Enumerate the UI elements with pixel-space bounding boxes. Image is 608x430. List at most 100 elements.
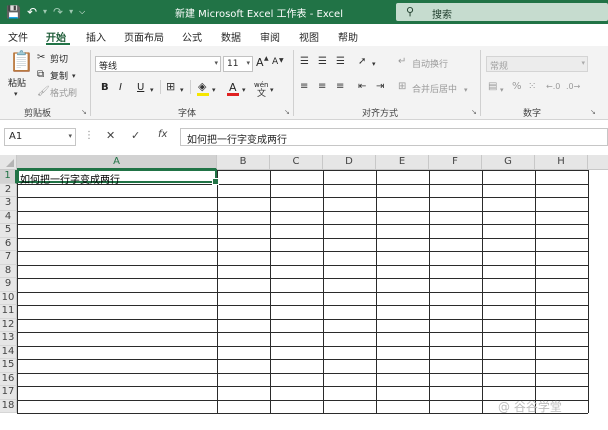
column-header-b[interactable]: B (217, 155, 270, 170)
format-painter-icon[interactable]: 🖌 (37, 86, 50, 98)
cut-icon[interactable]: ✂ (37, 52, 45, 64)
search-box[interactable]: ⚲ 搜索 (396, 3, 608, 21)
row-header-13[interactable]: 13 (0, 332, 17, 346)
borders-dropdown-icon[interactable]: ▾ (180, 84, 184, 96)
column-header-a[interactable]: A (17, 155, 217, 170)
decrease-decimal-icon[interactable]: .0→ (566, 81, 580, 93)
tab-review[interactable]: 审阅 (260, 29, 280, 44)
tab-data[interactable]: 数据 (221, 29, 241, 44)
row-header-14[interactable]: 14 (0, 345, 17, 359)
undo-dropdown-icon[interactable]: ▾ (43, 3, 47, 21)
format-painter-button[interactable]: 格式刷 (50, 86, 77, 99)
tab-home[interactable]: 开始 (46, 29, 66, 44)
insert-function-button[interactable]: fx (158, 129, 167, 140)
formula-bar-grip-icon[interactable]: ⋮ (84, 130, 94, 141)
align-middle-icon[interactable]: ☰ (318, 56, 327, 68)
name-box[interactable]: A1 ▾ (4, 128, 76, 146)
save-icon[interactable]: 💾 (6, 3, 21, 21)
column-header-h[interactable]: H (535, 155, 588, 170)
fill-color-dropdown-icon[interactable]: ▾ (212, 84, 216, 96)
row-header-9[interactable]: 9 (0, 278, 17, 292)
column-header-e[interactable]: E (376, 155, 429, 170)
number-launcher-icon[interactable]: ↘ (590, 108, 596, 116)
tab-insert[interactable]: 插入 (86, 29, 106, 44)
phonetic-dropdown-icon[interactable]: ▾ (270, 84, 274, 96)
merge-center-button[interactable]: 合并后居中 (412, 82, 457, 95)
align-right-icon[interactable]: ≡ (336, 81, 344, 93)
merge-center-dropdown-icon[interactable]: ▾ (464, 84, 468, 96)
row-header-7[interactable]: 7 (0, 251, 17, 265)
cut-button[interactable]: 剪切 (50, 52, 68, 65)
select-all-button[interactable] (0, 155, 17, 170)
row-header-3[interactable]: 3 (0, 197, 17, 211)
orientation-dropdown-icon[interactable]: ▾ (372, 58, 376, 70)
paste-dropdown-icon[interactable]: ▾ (14, 88, 18, 100)
underline-button[interactable]: U (137, 82, 144, 93)
tab-formulas[interactable]: 公式 (182, 29, 202, 44)
row-header-11[interactable]: 11 (0, 305, 17, 319)
row-header-15[interactable]: 15 (0, 359, 17, 373)
font-launcher-icon[interactable]: ↘ (284, 108, 290, 116)
clipboard-launcher-icon[interactable]: ↘ (81, 108, 87, 116)
column-header-f[interactable]: F (429, 155, 482, 170)
align-top-icon[interactable]: ☰ (300, 56, 309, 68)
row-header-6[interactable]: 6 (0, 237, 17, 251)
alignment-launcher-icon[interactable]: ↘ (471, 108, 477, 116)
column-header-d[interactable]: D (323, 155, 376, 170)
bold-button[interactable]: B (101, 82, 109, 93)
row-header-8[interactable]: 8 (0, 264, 17, 278)
tab-file[interactable]: 文件 (8, 29, 28, 44)
customize-qat-icon[interactable]: ⌵ (79, 3, 85, 21)
cancel-edit-button[interactable]: ✕ (106, 129, 115, 142)
accounting-format-icon[interactable]: ▤ (488, 81, 497, 93)
increase-decimal-icon[interactable]: ←.0 (546, 81, 560, 93)
orientation-icon[interactable]: ➚ (358, 56, 366, 68)
decrease-indent-icon[interactable]: ⇤ (358, 81, 366, 93)
align-left-icon[interactable]: ≡ (300, 81, 308, 93)
shrink-font-button[interactable]: A (272, 57, 278, 67)
column-header-g[interactable]: G (482, 155, 535, 170)
italic-button[interactable]: I (119, 82, 122, 93)
row-header-16[interactable]: 16 (0, 372, 17, 386)
increase-indent-icon[interactable]: ⇥ (376, 81, 384, 93)
row-header-1[interactable]: 1 (0, 170, 17, 184)
copy-dropdown-icon[interactable]: ▾ (72, 70, 76, 82)
row-header-5[interactable]: 5 (0, 224, 17, 238)
row-header-12[interactable]: 12 (0, 318, 17, 332)
row-header-18[interactable]: 18 (0, 399, 17, 413)
row-header-10[interactable]: 10 (0, 291, 17, 305)
underline-dropdown-icon[interactable]: ▾ (150, 84, 154, 96)
cell-a1[interactable]: 如何把一行字变成两行 (20, 171, 120, 186)
wrap-text-icon[interactable]: ↵ (398, 56, 406, 68)
font-color-dropdown-icon[interactable]: ▾ (242, 84, 246, 96)
row-header-17[interactable]: 17 (0, 386, 17, 400)
row-header-4[interactable]: 4 (0, 210, 17, 224)
paste-icon[interactable]: 📋 (9, 50, 34, 72)
undo-icon[interactable]: ↶ (27, 3, 37, 21)
font-size-select[interactable]: 11 ▾ (223, 56, 253, 72)
tab-page-layout[interactable]: 页面布局 (124, 29, 164, 44)
wrap-text-button[interactable]: 自动换行 (412, 57, 448, 70)
copy-button[interactable]: 复制 (50, 69, 68, 82)
enter-edit-button[interactable]: ✓ (131, 129, 140, 142)
copy-icon[interactable]: ⧉ (37, 69, 44, 81)
grow-font-button[interactable]: A (256, 56, 264, 69)
font-name-select[interactable]: 等线 ▾ (95, 56, 221, 72)
redo-dropdown-icon[interactable]: ▾ (69, 3, 73, 21)
comma-style-icon[interactable]: ⁙ (528, 81, 536, 93)
tab-view[interactable]: 视图 (299, 29, 319, 44)
align-center-icon[interactable]: ≡ (318, 81, 326, 93)
column-header-c[interactable]: C (270, 155, 323, 170)
tab-help[interactable]: 帮助 (338, 29, 358, 44)
merge-center-icon[interactable]: ⊞ (398, 81, 406, 93)
number-format-select[interactable]: 常规 ▾ (486, 56, 588, 72)
formula-input[interactable]: 如何把一行字变成两行 (180, 128, 608, 146)
row-header-2[interactable]: 2 (0, 183, 17, 197)
accounting-dropdown-icon[interactable]: ▾ (500, 84, 504, 96)
redo-icon[interactable]: ↷ (53, 3, 63, 21)
chevron-down-icon: ▾ (581, 59, 585, 67)
percent-icon[interactable]: % (512, 81, 522, 93)
borders-icon[interactable]: ⊞ (166, 81, 175, 93)
align-bottom-icon[interactable]: ☰ (336, 56, 345, 68)
fill-color-icon[interactable]: ◈ (198, 81, 206, 93)
